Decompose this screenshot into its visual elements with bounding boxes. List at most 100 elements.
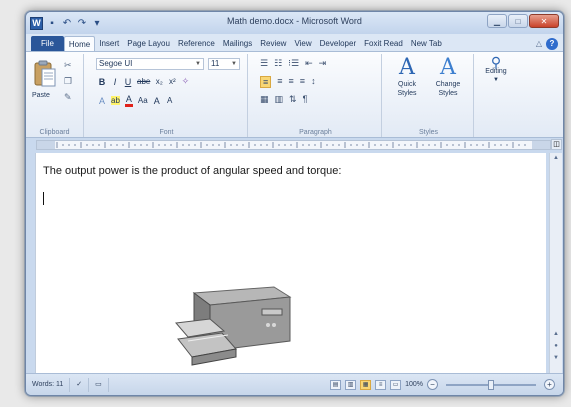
chevron-down-icon: ▼ [493,77,499,83]
shading-button[interactable]: ▦ [260,94,269,105]
change-styles-label: Change Styles [435,81,461,97]
change-case-button[interactable]: Aa [138,96,148,105]
status-bar-right: ▤ ▥ ▦ ≡ ▭ 100% − + [330,379,563,390]
sort-button[interactable]: ⇅ [289,94,297,105]
print-layout-icon[interactable]: ▤ [330,379,342,390]
horizontal-ruler[interactable] [36,140,551,150]
editing-button[interactable]: ⚲ Editing ▼ [478,54,514,85]
ruler-ticks [37,141,550,149]
tab-view[interactable]: View [290,36,315,51]
decrease-indent-button[interactable]: ⇤ [305,58,313,69]
tab-foxit-reader[interactable]: Foxit Read [360,36,407,51]
document-paragraph[interactable]: The output power is the product of angul… [43,165,341,177]
align-left-button[interactable]: ≡ [260,76,272,88]
copy-icon[interactable]: ❐ [64,76,72,87]
minimize-button[interactable]: ▁ [487,14,507,28]
font-size-combo[interactable]: 11 ▼ [208,58,240,70]
chevron-down-icon: ▼ [231,61,237,67]
increase-indent-button[interactable]: ⇥ [319,58,327,69]
undo-icon[interactable]: ↶ [61,18,73,29]
styles-group: A Quick Styles A Change Styles Styles [384,54,474,137]
font-name-value: Segoe UI [99,59,133,68]
clipboard-group: Paste ✂ ❐ ✎ Clipboard [26,54,84,137]
redo-icon[interactable]: ↷ [76,18,88,29]
printer-image[interactable] [174,283,294,371]
maximize-button[interactable]: □ [508,14,528,28]
font-group-label: Font [159,129,174,136]
document-page[interactable]: The output power is the product of angul… [35,153,546,373]
editing-label: Editing [485,68,507,75]
zoom-slider[interactable] [446,379,536,390]
paste-button-label[interactable]: Paste [32,92,50,99]
tabs-right-controls: △ ? [536,36,563,51]
zoom-slider-thumb[interactable] [488,379,494,390]
strikethrough-button[interactable]: abe [137,77,150,86]
tab-mailings[interactable]: Mailings [219,36,256,51]
macro-record-icon[interactable]: ▭ [89,377,109,392]
window-controls: ▁ □ ✕ [487,14,559,28]
customize-icon[interactable]: ▾ [91,18,103,29]
borders-button[interactable]: ▥ [275,94,284,105]
tab-review[interactable]: Review [256,36,290,51]
close-button[interactable]: ✕ [529,14,559,28]
scroll-up-icon[interactable]: ▲ [551,155,561,161]
change-styles-button[interactable]: A Change Styles [428,56,468,98]
tab-developer[interactable]: Developer [316,36,360,51]
scroll-up-icon[interactable]: ▲ [551,331,561,337]
line-spacing-button[interactable]: ↕ [311,76,316,88]
save-icon[interactable]: ▪ [46,18,58,29]
quick-styles-button[interactable]: A Quick Styles [388,56,426,98]
select-browse-object-icon[interactable]: ● [551,343,561,349]
word-app-icon[interactable]: W [30,16,43,30]
align-center-button[interactable]: ≡ [277,76,282,88]
outline-view-icon[interactable]: ≡ [375,379,387,390]
full-screen-reading-icon[interactable]: ▥ [345,379,357,390]
show-formatting-button[interactable]: ¶ [303,94,308,105]
bullets-button[interactable]: ☰ [260,58,268,69]
justify-button[interactable]: ≡ [300,76,305,88]
cut-icon[interactable]: ✂ [64,60,72,71]
highlight-button[interactable]: ab [111,96,120,105]
font-name-combo[interactable]: Segoe UI ▼ [96,58,204,70]
underline-button[interactable]: U [124,77,132,87]
change-styles-icon: A [440,55,456,80]
superscript-button[interactable]: x² [168,77,176,86]
draft-view-icon[interactable]: ▭ [390,379,402,390]
shrink-font-button[interactable]: A [166,96,174,105]
web-layout-icon[interactable]: ▦ [360,379,372,390]
tab-references[interactable]: Reference [174,36,219,51]
grow-font-button[interactable]: A [153,96,161,106]
tab-new-tab[interactable]: New Tab [407,36,446,51]
help-icon[interactable]: ? [546,37,558,50]
format-painter-icon[interactable]: ✎ [64,92,72,103]
paragraph-row-2: ≡ ≡ ≡ ≡ ↕ [260,76,316,88]
view-ruler-button[interactable]: ◫ [551,139,562,150]
vertical-scrollbar[interactable]: ▲ ▲ ● ▼ [549,153,562,373]
font-color-button[interactable]: A [124,94,133,107]
tab-home[interactable]: Home [63,36,96,51]
tab-insert[interactable]: Insert [95,36,123,51]
align-right-button[interactable]: ≡ [289,76,294,88]
tab-page-layout[interactable]: Page Layou [123,36,174,51]
font-color-row: A ab A Aa A A [98,94,174,107]
zoom-level[interactable]: 100% [405,381,423,388]
styles-group-label: Styles [418,129,439,136]
numbering-button[interactable]: ☷ [274,58,282,69]
multilevel-list-button[interactable]: ⁝☰ [288,58,299,69]
zoom-out-icon[interactable]: − [427,379,438,390]
scroll-down-icon[interactable]: ▼ [551,355,561,361]
subscript-button[interactable]: x₂ [155,77,163,86]
text-effects-button[interactable]: A [98,96,106,106]
zoom-in-icon[interactable]: + [544,379,555,390]
paste-icon[interactable] [34,60,56,88]
word-count[interactable]: Words: 11 [26,377,71,392]
bold-button[interactable]: B [98,77,106,87]
proofing-icon[interactable]: ✓ [70,377,90,392]
tab-file[interactable]: File [31,36,64,51]
italic-button[interactable]: I [111,77,119,87]
clear-formatting-icon[interactable]: ✧ [181,76,190,87]
ribbon-tabs: File Home Insert Page Layou Reference Ma… [26,34,563,51]
binoculars-icon: ⚲ [490,54,502,70]
minimize-ribbon-icon[interactable]: △ [536,39,542,48]
word-window: W ▪ ↶ ↷ ▾ Math demo.docx - Microsoft Wor… [25,11,564,396]
